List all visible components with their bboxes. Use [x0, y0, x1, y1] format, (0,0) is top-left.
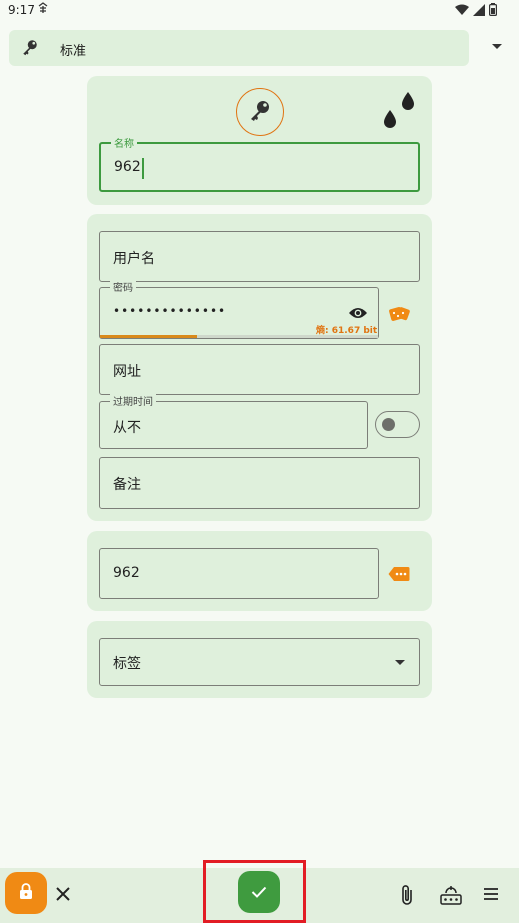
eye-icon[interactable] [348, 305, 368, 324]
tag-more-icon[interactable] [388, 566, 410, 586]
username-placeholder: 用户名 [113, 251, 155, 267]
lock-icon [19, 883, 33, 903]
attachment-icon[interactable] [400, 884, 414, 910]
highlight-box [203, 860, 306, 923]
password-value: •••••••••••••• [113, 304, 227, 318]
custom-field-value: 962 [113, 565, 140, 581]
name-field-label: 名称 [111, 135, 137, 150]
toggle-thumb [382, 418, 395, 431]
chevron-down-icon [395, 660, 405, 665]
password-strength-bar [100, 335, 378, 338]
menu-icon[interactable] [483, 886, 499, 905]
chevron-down-icon[interactable] [492, 44, 502, 49]
expiry-field-label: 过期时间 [110, 393, 156, 408]
key-icon [248, 98, 272, 126]
text-cursor [142, 158, 144, 179]
key-icon [21, 38, 39, 60]
wifi-icon [455, 4, 469, 19]
close-icon [56, 882, 70, 906]
status-time: 9:17 [8, 3, 35, 17]
notes-placeholder: 备注 [113, 477, 141, 493]
tags-field[interactable]: 标签 [99, 638, 420, 686]
url-placeholder: 网址 [113, 364, 141, 380]
lock-button[interactable] [5, 872, 47, 914]
template-selector[interactable]: 标准 [9, 30, 469, 66]
expiry-value: 从不 [113, 420, 141, 436]
username-field[interactable]: 用户名 [99, 231, 420, 282]
notes-field[interactable]: 备注 [99, 457, 420, 509]
dice-icon[interactable] [389, 305, 411, 327]
signal-icon [473, 3, 485, 19]
password-strength-fill [100, 335, 198, 338]
password-field[interactable]: 密码 •••••••••••••• 熵: 61.67 bit [99, 279, 379, 339]
custom-field[interactable]: 962 [99, 548, 379, 599]
tags-placeholder: 标签 [113, 656, 141, 672]
battery-icon [489, 3, 498, 19]
url-field[interactable]: 网址 [99, 344, 420, 395]
name-field[interactable]: 名称 962 [99, 135, 420, 192]
drops-icon[interactable] [380, 90, 416, 132]
name-field-value: 962 [114, 159, 141, 175]
otp-icon[interactable] [440, 884, 462, 910]
entry-icon-button[interactable] [236, 88, 284, 136]
close-button[interactable] [56, 884, 70, 904]
notification-icon [38, 2, 48, 17]
template-label: 标准 [60, 44, 87, 59]
password-field-label: 密码 [110, 279, 136, 294]
expiry-toggle[interactable] [375, 411, 420, 438]
expiry-field[interactable]: 过期时间 从不 [99, 393, 368, 449]
status-bar: 9:17 [0, 0, 519, 22]
